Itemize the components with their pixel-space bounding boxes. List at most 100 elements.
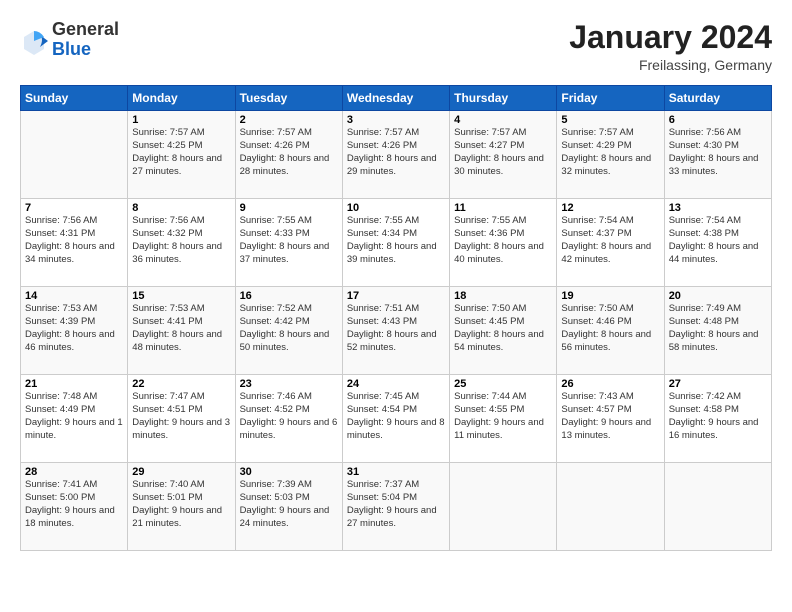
day-info: Sunrise: 7:43 AMSunset: 4:57 PMDaylight:…	[561, 391, 659, 442]
day-number: 21	[25, 378, 123, 390]
calendar-cell: 20Sunrise: 7:49 AMSunset: 4:48 PMDayligh…	[664, 287, 771, 375]
day-number: 22	[132, 378, 230, 390]
day-info: Sunrise: 7:57 AMSunset: 4:29 PMDaylight:…	[561, 127, 659, 178]
calendar-cell: 30Sunrise: 7:39 AMSunset: 5:03 PMDayligh…	[235, 463, 342, 551]
day-number: 26	[561, 378, 659, 390]
day-number: 5	[561, 114, 659, 126]
calendar-cell: 3Sunrise: 7:57 AMSunset: 4:26 PMDaylight…	[342, 111, 449, 199]
day-number: 23	[240, 378, 338, 390]
day-info: Sunrise: 7:42 AMSunset: 4:58 PMDaylight:…	[669, 391, 767, 442]
calendar-week-0: 1Sunrise: 7:57 AMSunset: 4:25 PMDaylight…	[21, 111, 772, 199]
calendar-week-4: 28Sunrise: 7:41 AMSunset: 5:00 PMDayligh…	[21, 463, 772, 551]
page: General Blue January 2024 Freilassing, G…	[0, 0, 792, 612]
location: Freilassing, Germany	[569, 57, 772, 73]
calendar-cell: 29Sunrise: 7:40 AMSunset: 5:01 PMDayligh…	[128, 463, 235, 551]
day-number: 15	[132, 290, 230, 302]
day-number: 8	[132, 202, 230, 214]
calendar-cell: 5Sunrise: 7:57 AMSunset: 4:29 PMDaylight…	[557, 111, 664, 199]
day-info: Sunrise: 7:56 AMSunset: 4:32 PMDaylight:…	[132, 215, 230, 266]
day-info: Sunrise: 7:56 AMSunset: 4:30 PMDaylight:…	[669, 127, 767, 178]
day-info: Sunrise: 7:55 AMSunset: 4:33 PMDaylight:…	[240, 215, 338, 266]
calendar-cell	[664, 463, 771, 551]
day-info: Sunrise: 7:50 AMSunset: 4:46 PMDaylight:…	[561, 303, 659, 354]
calendar-cell	[450, 463, 557, 551]
calendar-cell: 24Sunrise: 7:45 AMSunset: 4:54 PMDayligh…	[342, 375, 449, 463]
calendar: SundayMondayTuesdayWednesdayThursdayFrid…	[20, 85, 772, 551]
calendar-cell: 18Sunrise: 7:50 AMSunset: 4:45 PMDayligh…	[450, 287, 557, 375]
day-info: Sunrise: 7:53 AMSunset: 4:39 PMDaylight:…	[25, 303, 123, 354]
weekday-header-saturday: Saturday	[664, 86, 771, 111]
day-number: 1	[132, 114, 230, 126]
calendar-cell: 12Sunrise: 7:54 AMSunset: 4:37 PMDayligh…	[557, 199, 664, 287]
logo-general: General	[52, 20, 119, 40]
day-info: Sunrise: 7:45 AMSunset: 4:54 PMDaylight:…	[347, 391, 445, 442]
calendar-header: SundayMondayTuesdayWednesdayThursdayFrid…	[21, 86, 772, 111]
day-number: 7	[25, 202, 123, 214]
day-number: 10	[347, 202, 445, 214]
day-number: 25	[454, 378, 552, 390]
calendar-cell: 16Sunrise: 7:52 AMSunset: 4:42 PMDayligh…	[235, 287, 342, 375]
calendar-cell: 8Sunrise: 7:56 AMSunset: 4:32 PMDaylight…	[128, 199, 235, 287]
logo-icon	[20, 27, 48, 55]
calendar-cell: 25Sunrise: 7:44 AMSunset: 4:55 PMDayligh…	[450, 375, 557, 463]
day-number: 17	[347, 290, 445, 302]
calendar-cell: 6Sunrise: 7:56 AMSunset: 4:30 PMDaylight…	[664, 111, 771, 199]
calendar-cell: 15Sunrise: 7:53 AMSunset: 4:41 PMDayligh…	[128, 287, 235, 375]
weekday-row: SundayMondayTuesdayWednesdayThursdayFrid…	[21, 86, 772, 111]
calendar-week-1: 7Sunrise: 7:56 AMSunset: 4:31 PMDaylight…	[21, 199, 772, 287]
day-info: Sunrise: 7:37 AMSunset: 5:04 PMDaylight:…	[347, 479, 445, 530]
day-info: Sunrise: 7:54 AMSunset: 4:37 PMDaylight:…	[561, 215, 659, 266]
day-info: Sunrise: 7:55 AMSunset: 4:34 PMDaylight:…	[347, 215, 445, 266]
day-info: Sunrise: 7:54 AMSunset: 4:38 PMDaylight:…	[669, 215, 767, 266]
day-info: Sunrise: 7:55 AMSunset: 4:36 PMDaylight:…	[454, 215, 552, 266]
day-number: 28	[25, 466, 123, 478]
day-number: 29	[132, 466, 230, 478]
day-info: Sunrise: 7:41 AMSunset: 5:00 PMDaylight:…	[25, 479, 123, 530]
day-info: Sunrise: 7:47 AMSunset: 4:51 PMDaylight:…	[132, 391, 230, 442]
calendar-body: 1Sunrise: 7:57 AMSunset: 4:25 PMDaylight…	[21, 111, 772, 551]
day-number: 2	[240, 114, 338, 126]
day-number: 20	[669, 290, 767, 302]
day-info: Sunrise: 7:39 AMSunset: 5:03 PMDaylight:…	[240, 479, 338, 530]
day-number: 27	[669, 378, 767, 390]
day-info: Sunrise: 7:53 AMSunset: 4:41 PMDaylight:…	[132, 303, 230, 354]
weekday-header-friday: Friday	[557, 86, 664, 111]
day-info: Sunrise: 7:50 AMSunset: 4:45 PMDaylight:…	[454, 303, 552, 354]
day-info: Sunrise: 7:52 AMSunset: 4:42 PMDaylight:…	[240, 303, 338, 354]
day-number: 19	[561, 290, 659, 302]
calendar-cell: 4Sunrise: 7:57 AMSunset: 4:27 PMDaylight…	[450, 111, 557, 199]
weekday-header-wednesday: Wednesday	[342, 86, 449, 111]
day-number: 4	[454, 114, 552, 126]
day-number: 11	[454, 202, 552, 214]
day-info: Sunrise: 7:57 AMSunset: 4:25 PMDaylight:…	[132, 127, 230, 178]
calendar-cell: 27Sunrise: 7:42 AMSunset: 4:58 PMDayligh…	[664, 375, 771, 463]
day-info: Sunrise: 7:57 AMSunset: 4:26 PMDaylight:…	[240, 127, 338, 178]
calendar-week-3: 21Sunrise: 7:48 AMSunset: 4:49 PMDayligh…	[21, 375, 772, 463]
calendar-cell: 13Sunrise: 7:54 AMSunset: 4:38 PMDayligh…	[664, 199, 771, 287]
calendar-cell: 28Sunrise: 7:41 AMSunset: 5:00 PMDayligh…	[21, 463, 128, 551]
day-number: 18	[454, 290, 552, 302]
calendar-cell	[557, 463, 664, 551]
month-title: January 2024	[569, 20, 772, 55]
calendar-cell: 9Sunrise: 7:55 AMSunset: 4:33 PMDaylight…	[235, 199, 342, 287]
calendar-cell: 14Sunrise: 7:53 AMSunset: 4:39 PMDayligh…	[21, 287, 128, 375]
day-info: Sunrise: 7:51 AMSunset: 4:43 PMDaylight:…	[347, 303, 445, 354]
day-info: Sunrise: 7:57 AMSunset: 4:27 PMDaylight:…	[454, 127, 552, 178]
calendar-cell: 1Sunrise: 7:57 AMSunset: 4:25 PMDaylight…	[128, 111, 235, 199]
day-info: Sunrise: 7:56 AMSunset: 4:31 PMDaylight:…	[25, 215, 123, 266]
calendar-cell: 11Sunrise: 7:55 AMSunset: 4:36 PMDayligh…	[450, 199, 557, 287]
day-number: 3	[347, 114, 445, 126]
calendar-week-2: 14Sunrise: 7:53 AMSunset: 4:39 PMDayligh…	[21, 287, 772, 375]
day-info: Sunrise: 7:49 AMSunset: 4:48 PMDaylight:…	[669, 303, 767, 354]
calendar-cell: 10Sunrise: 7:55 AMSunset: 4:34 PMDayligh…	[342, 199, 449, 287]
day-info: Sunrise: 7:46 AMSunset: 4:52 PMDaylight:…	[240, 391, 338, 442]
logo-text: General Blue	[52, 20, 119, 60]
day-number: 30	[240, 466, 338, 478]
day-info: Sunrise: 7:48 AMSunset: 4:49 PMDaylight:…	[25, 391, 123, 442]
weekday-header-monday: Monday	[128, 86, 235, 111]
logo: General Blue	[20, 20, 119, 60]
weekday-header-tuesday: Tuesday	[235, 86, 342, 111]
day-number: 13	[669, 202, 767, 214]
calendar-cell	[21, 111, 128, 199]
day-number: 16	[240, 290, 338, 302]
